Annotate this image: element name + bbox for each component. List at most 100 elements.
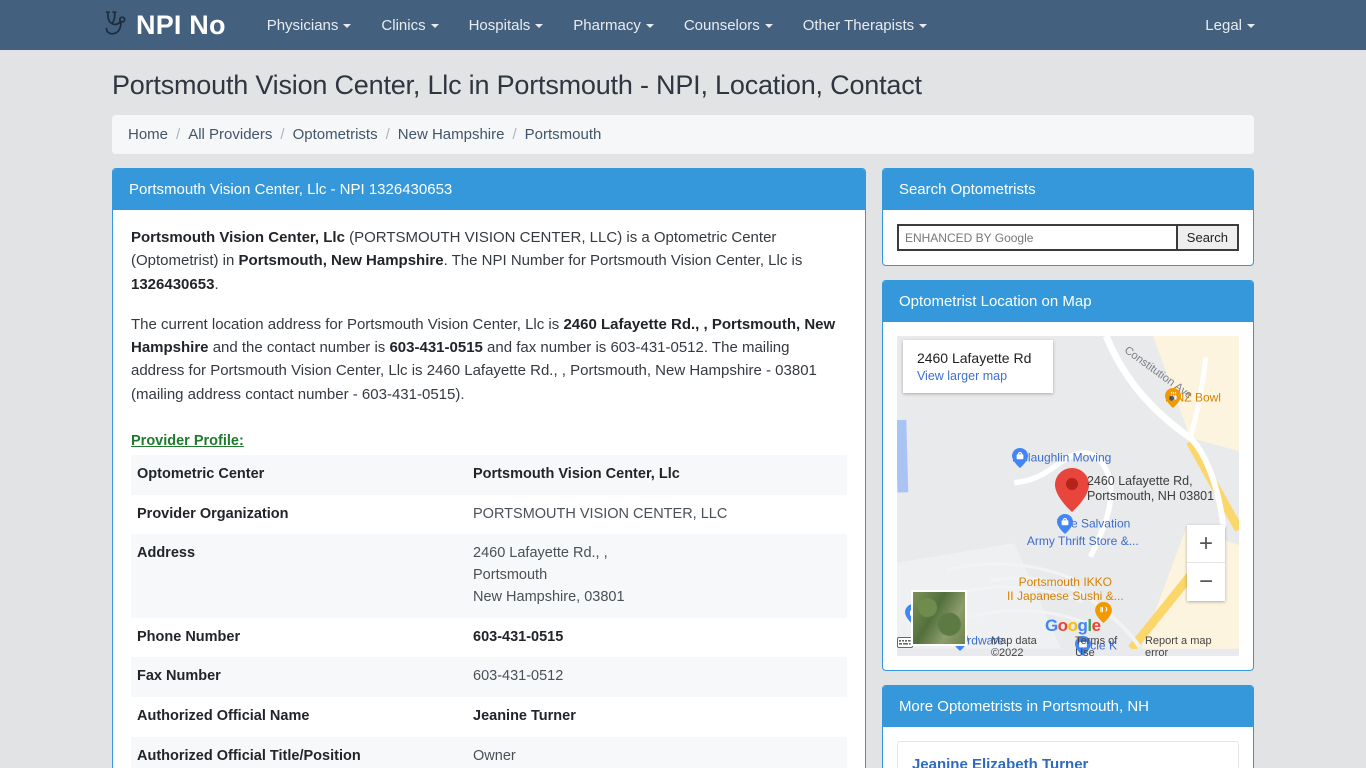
zoom-out-button[interactable]: − [1187, 563, 1225, 601]
row-key: Authorized Official Name [137, 708, 310, 724]
provider-city-state-bold: Portsmouth, New Hampshire [238, 252, 444, 270]
map-pin-icon [1056, 514, 1151, 535]
search-button[interactable]: Search [1175, 224, 1239, 251]
nav-item-label: Hospitals [468, 16, 531, 34]
report-map-error-link[interactable]: Report a map error [1145, 635, 1225, 657]
nav-item-pharmacy[interactable]: Pharmacy [558, 9, 669, 42]
zoom-in-button[interactable]: + [1187, 525, 1225, 563]
chevron-down-icon [343, 23, 352, 28]
nav-item-physicians[interactable]: Physicians [252, 9, 367, 42]
nav-right: Legal [1190, 0, 1270, 50]
chevron-down-icon [1247, 23, 1255, 28]
row-value: 603-431-0515 [473, 628, 564, 645]
table-row: Authorized Official Title/Position Owner [131, 736, 847, 768]
map-pin-icon: 🎳 [1164, 388, 1239, 409]
map-poi-mclaughlin-moving[interactable]: Mclaughlin Moving [1011, 448, 1132, 469]
breadcrumb-item-portsmouth: Portsmouth [524, 126, 602, 143]
provider-detail-panel: Portsmouth Vision Center, Llc - NPI 1326… [112, 168, 866, 768]
nav-item-legal[interactable]: Legal [1190, 9, 1270, 42]
poi-label: Army Thrift Store &... [1026, 534, 1139, 548]
provider-profile-table: Optometric Center Portsmouth Vision Cent… [131, 454, 847, 768]
search-panel-header: Search Optometrists [882, 169, 1253, 210]
row-key: Address [137, 545, 196, 562]
view-larger-map-link[interactable]: View larger map [917, 369, 1031, 383]
map-pin-icon [1011, 448, 1132, 469]
table-row: Address 2460 Lafayette Rd., , Portsmouth… [131, 534, 847, 618]
top-navbar: NPI No Physicians Clinics Hospitals Phar… [0, 0, 1366, 50]
more-optometrists-header: More Optometrists in Portsmouth, NH [882, 686, 1253, 727]
breadcrumb: Home / All Providers / Optometrists / Ne… [112, 115, 1254, 154]
more-optometrists-panel: More Optometrists in Portsmouth, NH Jean… [881, 685, 1254, 768]
summary-text: . [214, 275, 219, 293]
row-key: Phone Number [137, 628, 241, 645]
stethoscope-icon [100, 8, 134, 42]
provider-profile-heading: Provider Profile: [131, 432, 244, 449]
provider-panel-header: Portsmouth Vision Center, Llc - NPI 1326… [113, 169, 865, 210]
map-marker-address-label: 2460 Lafayette Rd, Portsmouth, NH 03801 [1087, 474, 1214, 504]
nav-item-other-therapists[interactable]: Other Therapists [788, 9, 942, 42]
row-value: 2460 Lafayette Rd., , Portsmouth New Ham… [473, 545, 625, 605]
brand-name: NPI No [136, 9, 226, 40]
row-value: PORTSMOUTH VISION CENTER, LLC [473, 505, 728, 522]
breadcrumb-item-home[interactable]: Home [128, 126, 168, 143]
list-item[interactable]: Jeanine Elizabeth Turner [896, 741, 1239, 768]
page-title: Portsmouth Vision Center, Llc in Portsmo… [112, 70, 922, 100]
row-value: Jeanine Turner [473, 708, 576, 724]
google-logo: Google [1044, 616, 1101, 635]
marker-line-2: Portsmouth, NH 03801 [1086, 488, 1215, 503]
row-value: Owner [473, 747, 516, 764]
main-column: Portsmouth Vision Center, Llc - NPI 1326… [112, 168, 866, 768]
breadcrumb-separator: / [280, 126, 285, 143]
map-poi-salvation-army[interactable]: The Salvation Army Thrift Store &... [1027, 514, 1151, 549]
provider-name-bold: Portsmouth Vision Center, Llc [131, 229, 345, 246]
map-infobox-address: 2460 Lafayette Rd [916, 350, 1032, 366]
table-row: Phone Number 603-431-0515 [131, 618, 847, 658]
optometrist-name-link[interactable]: Jeanine Elizabeth Turner [912, 756, 1224, 768]
svg-text:🎳: 🎳 [1168, 391, 1178, 402]
provider-summary-paragraph: Portsmouth Vision Center, Llc (PORTSMOUT… [131, 226, 847, 296]
chevron-down-icon [535, 23, 544, 28]
chevron-down-icon [919, 23, 928, 28]
search-panel: Search Optometrists Search [881, 168, 1254, 266]
breadcrumb-separator: / [176, 126, 181, 143]
breadcrumb-item-new-hampshire[interactable]: New Hampshire [398, 126, 505, 143]
map-poi-pinz-bowl[interactable]: PiNZ Bowl 🎳 [1164, 388, 1239, 409]
nav-item-label: Pharmacy [573, 16, 641, 34]
phone-bold: 603-431-0515 [389, 339, 483, 356]
row-value: 603-431-0512 [473, 668, 564, 685]
provider-address-paragraph: The current location address for Portsmo… [131, 313, 847, 406]
provider-panel-body: Portsmouth Vision Center, Llc (PORTSMOUT… [113, 210, 865, 768]
breadcrumb-separator: / [512, 126, 517, 143]
nav-item-label: Clinics [381, 16, 426, 34]
page-container: Portsmouth Vision Center, Llc in Portsmo… [100, 70, 1266, 768]
map-panel-body: Constitution Ave 2460 Lafayette Rd View … [883, 322, 1253, 670]
nav-item-hospitals[interactable]: Hospitals [454, 9, 559, 42]
google-map[interactable]: Constitution Ave 2460 Lafayette Rd View … [896, 336, 1239, 657]
npi-number-bold: 1326430653 [131, 275, 215, 293]
map-satellite-thumbnail[interactable] [910, 590, 967, 646]
search-panel-body: Search [883, 210, 1253, 265]
brand-logo[interactable]: NPI No [100, 8, 226, 42]
address-text: The current location address for Portsmo… [131, 315, 564, 333]
chevron-down-icon [764, 23, 773, 28]
address-text: and the contact number is [208, 339, 390, 356]
sidebar-column: Search Optometrists Search Optometrist L… [881, 168, 1254, 768]
map-panel: Optometrist Location on Map Constitution… [881, 280, 1254, 671]
nav-item-label: Physicians [266, 16, 339, 34]
nav-item-clinics[interactable]: Clinics [366, 9, 453, 42]
nav-item-label: Legal [1205, 16, 1242, 34]
nav-item-counselors[interactable]: Counselors [669, 9, 788, 42]
row-key: Authorized Official Title/Position [137, 747, 361, 764]
breadcrumb-separator: / [385, 126, 390, 143]
row-value: Portsmouth Vision Center, Llc [473, 465, 680, 482]
search-input[interactable] [896, 224, 1176, 251]
map-zoom-controls: + − [1187, 525, 1225, 601]
breadcrumb-item-optometrists[interactable]: Optometrists [293, 126, 378, 143]
breadcrumb-item-all-providers[interactable]: All Providers [188, 126, 272, 143]
row-key: Optometric Center [137, 465, 265, 482]
chevron-down-icon [430, 23, 439, 28]
terms-of-use-link[interactable]: Terms of Use [1075, 635, 1131, 657]
table-row: Authorized Official Name Jeanine Turner [131, 697, 847, 737]
map-poi-portsmouth-ikko[interactable]: Portsmouth IKKO II Japanese Sushi &... [1007, 575, 1124, 604]
nav-item-label: Counselors [683, 16, 760, 34]
